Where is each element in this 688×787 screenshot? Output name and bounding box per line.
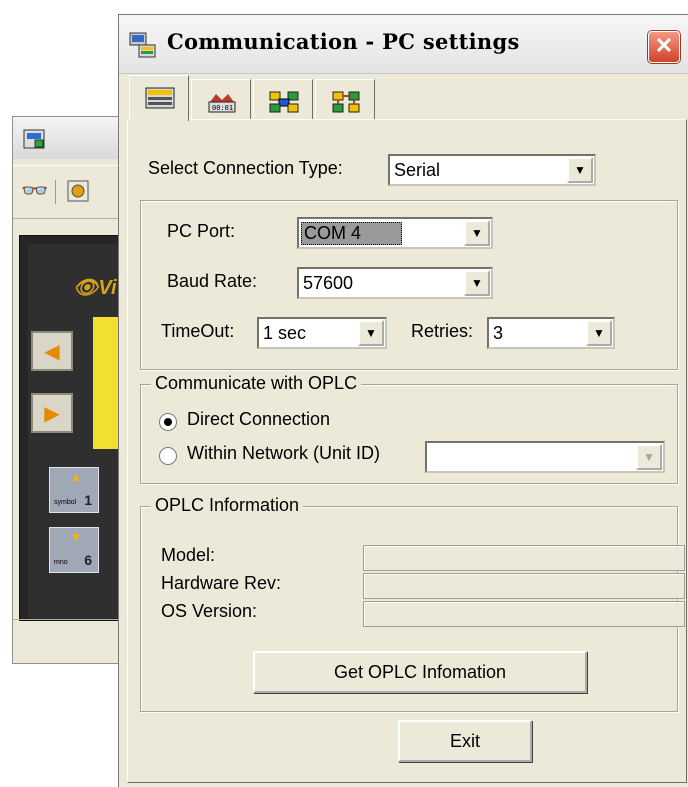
close-button[interactable]: ✕	[648, 31, 680, 63]
key-number: 1	[84, 492, 92, 508]
exit-button[interactable]: Exit	[398, 720, 532, 762]
communicate-group-title: Communicate with OPLC	[151, 373, 362, 394]
logo-text: Vi	[98, 277, 117, 299]
dialog-titlebar[interactable]: Communication - PC settings ✕	[119, 15, 688, 74]
tab-connection[interactable]	[129, 75, 189, 121]
brand-logo: 👁Vi	[73, 275, 117, 300]
network-tab-icon	[269, 91, 299, 113]
plc-tab-icon: 00:01	[208, 94, 236, 113]
left-arrow-key[interactable]: ◀	[31, 331, 73, 371]
modem-tab-icon	[332, 91, 360, 113]
connection-type-select[interactable]: Serial ▼	[388, 154, 596, 186]
direct-connection-label[interactable]: Direct Connection	[187, 409, 330, 430]
keypad-key[interactable]: ▲ symbol 1	[49, 467, 99, 513]
keypad-key[interactable]: ▼ mno 6	[49, 527, 99, 573]
key-number: 6	[84, 552, 92, 568]
oplc-info-group-title: OPLC Information	[151, 495, 304, 516]
close-icon: ✕	[654, 33, 674, 58]
chevron-down-icon[interactable]: ▼	[567, 157, 593, 183]
chevron-down-icon[interactable]: ▼	[586, 320, 612, 346]
communication-dialog: Communication - PC settings ✕ 00:01 Sele…	[118, 14, 688, 787]
dialog-title: Communication - PC settings	[167, 29, 520, 54]
connection-tab-icon	[145, 87, 175, 109]
get-oplc-info-button[interactable]: Get OPLC Infomation	[253, 651, 587, 693]
unit-id-select[interactable]: ▼	[425, 441, 665, 473]
settings-tool-icon[interactable]	[67, 180, 89, 202]
eye-icon: 👁	[73, 277, 99, 299]
retries-label: Retries:	[411, 321, 474, 341]
model-label: Model:	[161, 545, 216, 565]
communicate-group: Communicate with OPLC Direct Connection …	[140, 373, 678, 484]
down-arrow-icon: ▼	[70, 530, 82, 544]
model-field	[363, 545, 685, 571]
timeout-select[interactable]: 1 sec ▼	[257, 317, 387, 349]
os-version-field	[363, 601, 685, 627]
hardware-rev-label: Hardware Rev:	[161, 573, 282, 593]
right-arrow-key[interactable]: ▶	[31, 393, 73, 433]
retries-value: 3	[493, 323, 504, 343]
svg-text:00:01: 00:01	[212, 104, 233, 112]
port-settings-group: PC Port: COM 4 ▼ Baud Rate: 57600 ▼ Time…	[140, 200, 678, 370]
baud-rate-label: Baud Rate:	[167, 271, 258, 291]
retries-select[interactable]: 3 ▼	[487, 317, 615, 349]
chevron-down-icon[interactable]: ▼	[464, 270, 490, 296]
chevron-down-icon[interactable]: ▼	[358, 320, 384, 346]
within-network-radio[interactable]	[159, 447, 177, 465]
tab-network[interactable]	[253, 79, 313, 119]
pc-port-select[interactable]: COM 4 ▼	[297, 217, 493, 249]
direct-connection-radio[interactable]	[159, 413, 177, 431]
timeout-value: 1 sec	[263, 323, 307, 343]
baud-rate-value: 57600	[303, 273, 354, 293]
application-icon	[23, 129, 45, 149]
within-network-label[interactable]: Within Network (Unit ID)	[187, 443, 380, 464]
chevron-down-icon[interactable]: ▼	[636, 444, 662, 470]
right-arrow-icon: ▶	[44, 402, 60, 425]
pc-port-label: PC Port:	[167, 221, 236, 241]
up-arrow-icon: ▲	[70, 470, 82, 484]
connection-tab-pane: Select Connection Type: Serial ▼ PC Port…	[127, 119, 687, 783]
glasses-icon[interactable]: 👓	[21, 178, 48, 204]
pc-port-value: COM 4	[301, 222, 403, 245]
hardware-rev-field	[363, 573, 685, 599]
chevron-down-icon[interactable]: ▼	[464, 220, 490, 246]
timeout-label: TimeOut:	[161, 321, 235, 341]
os-version-label: OS Version:	[161, 601, 258, 621]
toolbar-separator	[55, 180, 56, 204]
connection-type-label: Select Connection Type:	[148, 158, 343, 178]
left-arrow-icon: ◀	[44, 340, 60, 363]
communication-icon	[129, 32, 156, 58]
tab-plc[interactable]: 00:01	[191, 79, 251, 119]
key-label: symbol	[54, 499, 77, 506]
connection-type-value: Serial	[394, 160, 441, 180]
key-label: mno	[54, 559, 68, 566]
oplc-info-group: OPLC Information Model: Hardware Rev: OS…	[140, 495, 685, 712]
tab-modem[interactable]	[315, 79, 375, 119]
baud-rate-select[interactable]: 57600 ▼	[297, 267, 493, 299]
